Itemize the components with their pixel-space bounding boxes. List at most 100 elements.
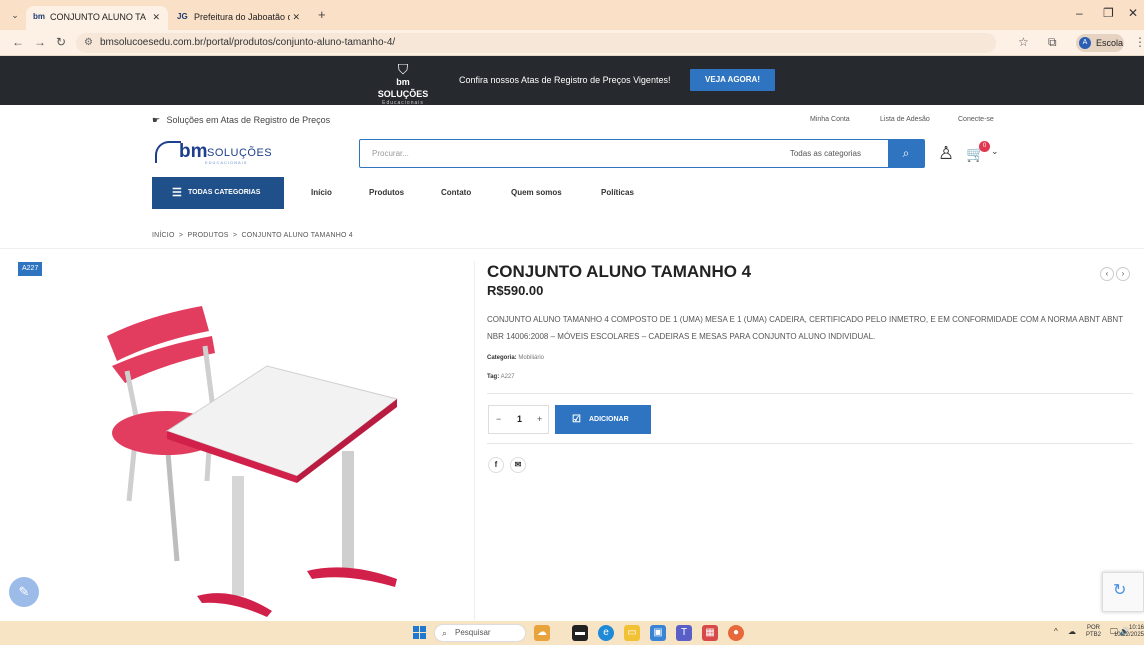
category-select[interactable]: Todas as categorias: [790, 149, 861, 158]
cart-button[interactable]: 🛒 0 ⌄: [966, 141, 999, 163]
avatar: A: [1079, 37, 1091, 49]
product-price: R$590.00: [487, 283, 544, 298]
chevron-right-icon[interactable]: ›: [1116, 267, 1130, 281]
bm-favicon-icon: bm: [33, 12, 45, 21]
product-category: Categoria: Mobiliário: [487, 355, 544, 361]
product-nav-arrows: ‹ ›: [1098, 263, 1130, 281]
product-title: CONJUNTO ALUNO TAMANHO 4: [487, 262, 752, 281]
tag-label: Tag:: [487, 374, 500, 380]
main-nav: ☰ TODAS CATEGORIAS Início Produtos Conta…: [0, 177, 1144, 209]
promo-text: Confira nossos Atas de Registro de Preço…: [459, 75, 671, 85]
photos-icon[interactable]: ▣: [650, 625, 666, 641]
browser-tab-bar: ⌄ bm CONJUNTO ALUNO TAMANHO ✕ JG Prefeit…: [0, 0, 1144, 30]
jg-favicon-icon: JG: [177, 12, 188, 21]
breadcrumb[interactable]: INÍCIO > PRODUTOS > CONJUNTO ALUNO TAMAN…: [152, 232, 353, 239]
product-image-gallery[interactable]: A227: [17, 261, 475, 620]
product-description: CONJUNTO ALUNO TAMANHO 4 COMPOSTO DE 1 (…: [487, 315, 1123, 341]
add-to-cart-button[interactable]: ☑ ADICIONAR: [555, 405, 651, 434]
lang-code: POR: [1087, 625, 1101, 631]
extensions-icon[interactable]: ⧉: [1048, 35, 1057, 50]
minus-icon[interactable]: −: [496, 414, 501, 424]
profile-button[interactable]: A Escola: [1076, 34, 1124, 52]
widgets-icon[interactable]: ☁: [534, 625, 550, 641]
logo-bm: bm: [179, 141, 208, 162]
tagline: ☛ Soluções em Atas de Registro de Preços: [152, 115, 330, 126]
window-close-icon[interactable]: ✕: [1128, 6, 1138, 20]
recaptcha-badge[interactable]: ↻: [1102, 572, 1144, 612]
address-bar-row: ← → ↻ ⚙ bmsolucoesedu.com.br/portal/prod…: [0, 30, 1144, 56]
restore-icon[interactable]: ❐: [1103, 6, 1114, 20]
search-icon: ⌕: [442, 628, 448, 638]
app-icon[interactable]: ▦: [702, 625, 718, 641]
conecte-se-link[interactable]: Conecte-se: [958, 116, 994, 123]
quantity-input[interactable]: 1: [517, 414, 522, 424]
logo-swoosh-icon: [155, 141, 181, 163]
promo-banner: ⛉ bm SOLUÇÕES Educacionais Confira nosso…: [0, 56, 1144, 106]
quantity-stepper: − 1 +: [488, 405, 549, 434]
bookmark-star-icon[interactable]: ☆: [1018, 35, 1029, 49]
tab-search-icon[interactable]: ⌄: [8, 8, 22, 22]
divider: [0, 248, 1144, 249]
forward-arrow-icon[interactable]: →: [34, 35, 46, 49]
tab-title: Prefeitura do Jaboatão dos Gua: [194, 12, 290, 22]
teams-icon[interactable]: T: [676, 625, 692, 641]
tab-conjunto-aluno[interactable]: bm CONJUNTO ALUNO TAMANHO ✕: [26, 6, 168, 30]
all-categories-button[interactable]: ☰ TODAS CATEGORIAS: [152, 177, 284, 209]
header-top-line: ☛ Soluções em Atas de Registro de Preços…: [0, 105, 1144, 135]
email-icon[interactable]: ✉: [510, 457, 526, 473]
tab-prefeitura[interactable]: JG Prefeitura do Jaboatão dos Gua ✕: [170, 6, 308, 30]
all-categories-label: TODAS CATEGORIAS: [188, 189, 261, 196]
nav-politicas[interactable]: Políticas: [601, 188, 634, 197]
chevron-left-icon[interactable]: ‹: [1100, 267, 1114, 281]
site-logo[interactable]: bm SOLUÇÕES EDUCACIONAIS: [155, 139, 305, 169]
new-tab-plus-icon[interactable]: +: [318, 6, 326, 24]
zoom-icon[interactable]: ✎: [9, 577, 39, 607]
reload-icon[interactable]: ↻: [56, 35, 66, 49]
chevron-up-icon[interactable]: ^: [1054, 627, 1058, 636]
tagline-text: Soluções em Atas de Registro de Preços: [166, 115, 331, 125]
facebook-icon[interactable]: f: [488, 457, 504, 473]
task-view-icon[interactable]: ▬: [572, 625, 588, 641]
book-logo-icon: ⛉: [397, 61, 409, 77]
handshake-icon: ☛: [152, 115, 161, 125]
date: 10/12/2025: [1113, 632, 1144, 638]
minimize-icon[interactable]: –: [1076, 6, 1083, 20]
kebab-menu-icon[interactable]: ⋮: [1134, 35, 1144, 49]
taskbar-search-input[interactable]: ⌕ Pesquisar: [434, 624, 526, 642]
file-explorer-icon[interactable]: ▭: [624, 625, 640, 641]
tag-link[interactable]: A227: [501, 374, 515, 380]
logo-edu: EDUCACIONAIS: [205, 160, 248, 165]
recaptcha-icon: ↻: [1113, 582, 1127, 599]
close-icon[interactable]: ✕: [152, 6, 160, 28]
edge-browser-icon[interactable]: e: [598, 625, 614, 641]
promo-logo[interactable]: ⛉ bm SOLUÇÕES Educacionais: [372, 61, 434, 106]
veja-agora-button[interactable]: VEJA AGORA!: [690, 69, 775, 91]
back-arrow-icon[interactable]: ←: [12, 35, 24, 49]
nav-quem-somos[interactable]: Quem somos: [511, 188, 562, 197]
site-info-icon[interactable]: ⚙: [84, 33, 93, 53]
chevron-down-icon: ⌄: [991, 146, 999, 156]
lista-de-adesao-link[interactable]: Lista de Adesão: [880, 116, 930, 123]
user-account-icon[interactable]: ♙: [938, 143, 954, 164]
minha-conta-link[interactable]: Minha Conta: [810, 116, 850, 123]
search-button[interactable]: ⌕: [888, 140, 924, 167]
category-link[interactable]: Mobiliário: [518, 355, 544, 361]
hamburger-icon: ☰: [172, 187, 182, 199]
product-tag: Tag: A227: [487, 374, 515, 380]
nav-contato[interactable]: Contato: [441, 188, 471, 197]
keyboard-layout: PTB2: [1086, 632, 1102, 638]
cloud-icon[interactable]: ☁: [1068, 627, 1076, 636]
windows-start-icon[interactable]: [413, 626, 427, 640]
search-input[interactable]: Procurar...: [372, 149, 409, 158]
clock[interactable]: 10:16 10/12/2025: [1104, 625, 1144, 639]
plus-icon[interactable]: +: [537, 414, 542, 424]
language-indicator[interactable]: POR PTB2: [1086, 625, 1101, 639]
search-icon: ⌕: [902, 146, 910, 160]
chrome-icon[interactable]: ●: [728, 625, 744, 641]
windows-taskbar: ⌕ Pesquisar ☁ ▬ e ▭ ▣ T ▦ ● ^ ☁ POR PTB2…: [0, 621, 1144, 645]
nav-inicio[interactable]: Início: [311, 188, 332, 197]
nav-produtos[interactable]: Produtos: [369, 188, 404, 197]
url-input[interactable]: ⚙ bmsolucoesedu.com.br/portal/produtos/c…: [76, 33, 996, 53]
promo-logo-word: bm SOLUÇÕES: [377, 77, 429, 99]
close-icon[interactable]: ✕: [292, 6, 300, 28]
